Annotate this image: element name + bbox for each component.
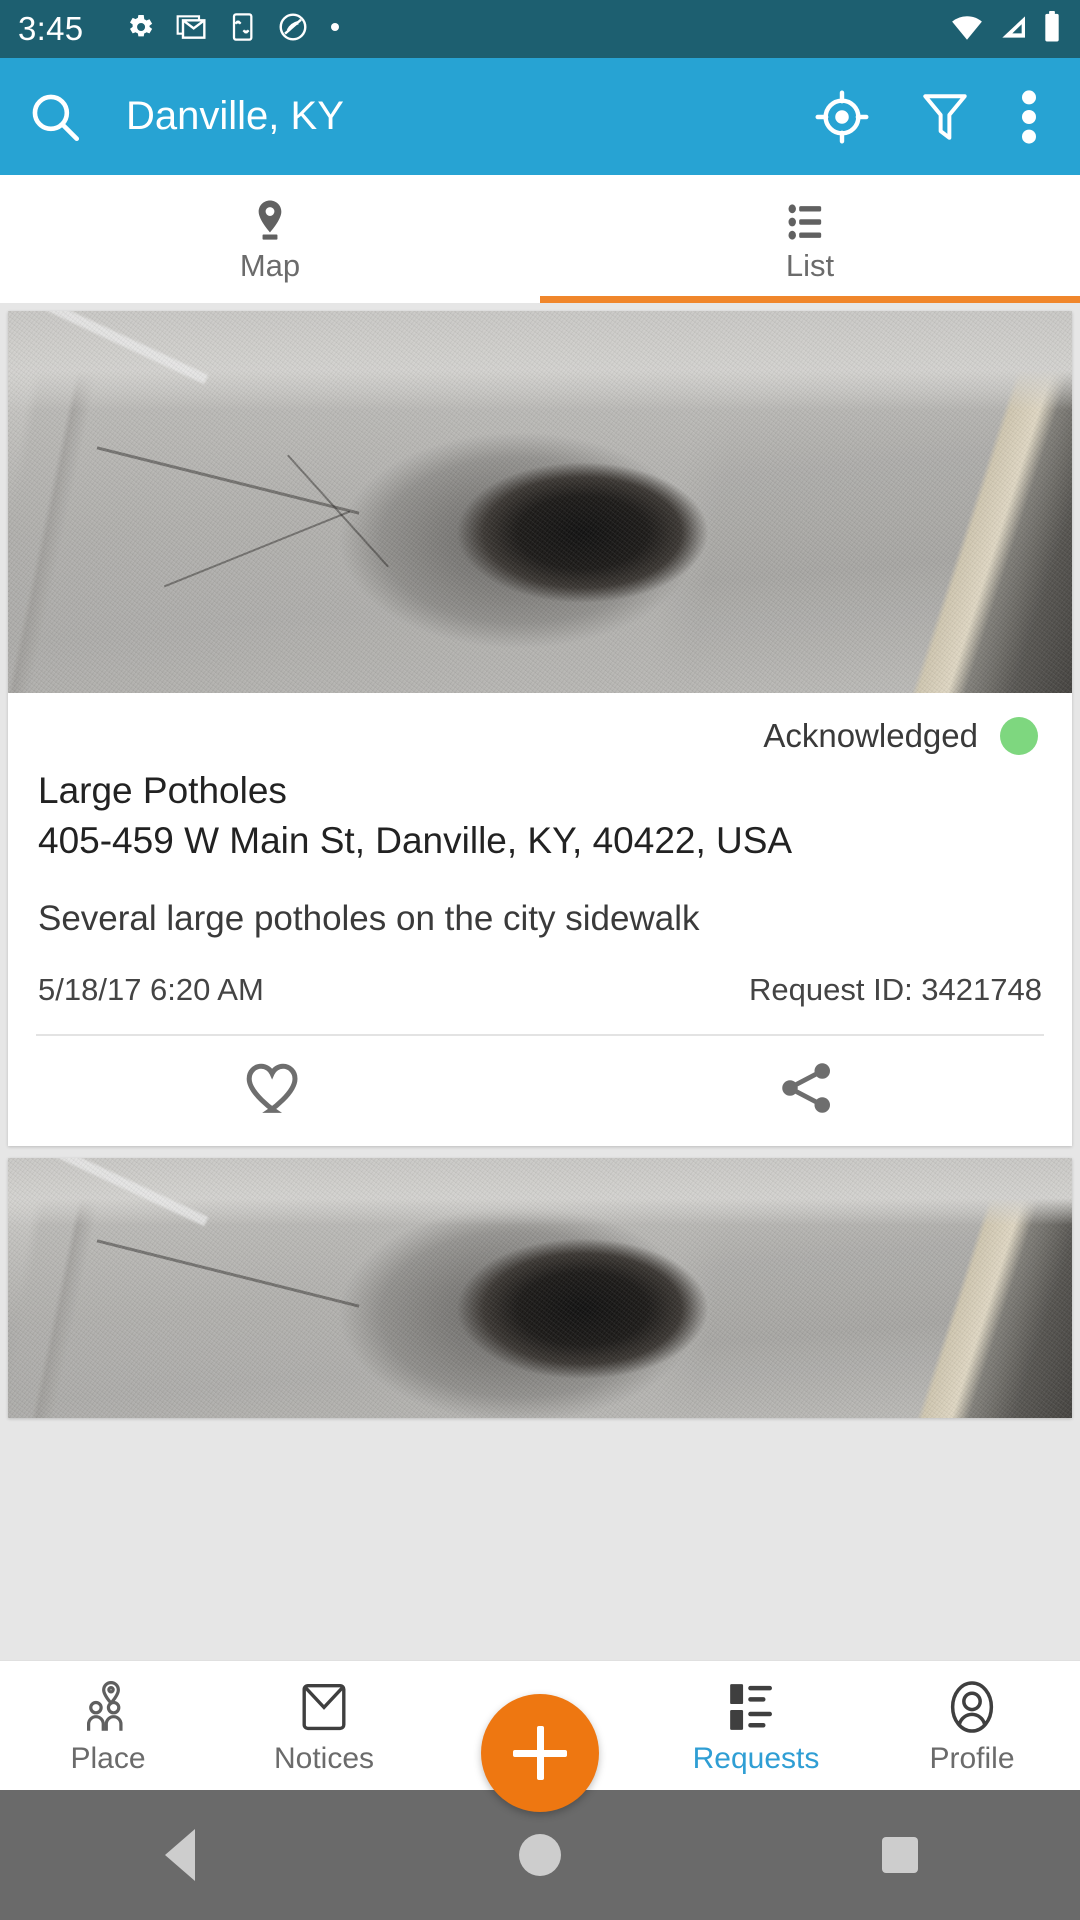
android-back-button[interactable]	[0, 1829, 360, 1881]
request-title: Large Potholes	[38, 770, 287, 811]
request-photo[interactable]	[8, 1157, 1072, 1418]
map-pin-icon	[249, 198, 291, 242]
request-photo[interactable]	[8, 311, 1072, 693]
heart-outline-icon	[243, 1059, 305, 1122]
wifi-icon	[950, 12, 984, 47]
request-card-body: Acknowledged Large Potholes 405-459 W Ma…	[8, 693, 1072, 1008]
tab-bar: Map List	[0, 175, 1080, 303]
android-home-button[interactable]	[360, 1834, 720, 1876]
app-bar: Danville, KY	[0, 58, 1080, 175]
request-address: 405-459 W Main St, Danville, KY, 40422, …	[38, 820, 793, 862]
add-request-fab[interactable]	[481, 1694, 599, 1812]
app-root: 3:45 Danville, KY Map List Acknowledged …	[0, 0, 1080, 1920]
request-meta: 5/18/17 6:20 AM Request ID: 3421748	[38, 972, 1042, 1008]
like-button[interactable]	[8, 1059, 540, 1122]
back-triangle-icon	[165, 1829, 195, 1881]
share-icon	[776, 1058, 836, 1123]
status-bar-clock: 3:45	[18, 10, 84, 47]
status-bar-left: 3:45	[18, 10, 950, 48]
recents-square-icon	[882, 1837, 918, 1873]
battery-icon	[1042, 10, 1062, 48]
request-id: Request ID: 3421748	[749, 971, 1042, 1007]
tab-map[interactable]: Map	[0, 175, 540, 303]
android-recents-button[interactable]	[720, 1837, 1080, 1873]
status-label: Acknowledged	[763, 717, 978, 754]
nav-label-notices: Notices	[273, 1741, 375, 1775]
settings-gear-icon	[124, 11, 156, 48]
app-bar-actions	[814, 89, 1054, 145]
nav-label-profile: Profile	[929, 1741, 1015, 1775]
search-icon[interactable]	[26, 88, 84, 146]
nav-item-notices[interactable]: Notices	[216, 1678, 432, 1774]
status-bar: 3:45	[0, 0, 1080, 58]
place-people-icon	[80, 1678, 136, 1736]
status-badge: Acknowledged	[38, 711, 1042, 769]
tab-map-label: Map	[239, 247, 301, 283]
photo-grain	[8, 1157, 1072, 1418]
request-card[interactable]	[8, 1157, 1072, 1418]
cell-signal-icon	[997, 12, 1029, 47]
requests-list-icon	[728, 1678, 784, 1736]
gmail-icon	[175, 11, 207, 48]
photo-grain	[8, 311, 1072, 693]
tab-list-label: List	[785, 247, 835, 283]
status-bar-right	[950, 10, 1062, 48]
request-date: 5/18/17 6:20 AM	[38, 971, 264, 1007]
card-actions	[8, 1036, 1072, 1146]
share-button[interactable]	[540, 1058, 1072, 1123]
tab-active-indicator	[540, 296, 1080, 303]
my-location-icon[interactable]	[814, 89, 870, 145]
profile-person-icon	[946, 1678, 998, 1736]
dot-icon	[328, 20, 342, 39]
plus-icon	[513, 1726, 567, 1780]
tab-list[interactable]: List	[540, 175, 1080, 303]
page-title: Danville, KY	[126, 94, 344, 138]
nav-label-requests: Requests	[692, 1741, 820, 1775]
sync-transfer-icon	[226, 11, 258, 48]
request-description: Several large potholes on the city sidew…	[38, 898, 700, 938]
overflow-menu-icon[interactable]	[1020, 89, 1038, 145]
status-dot	[1000, 717, 1038, 755]
nav-item-requests[interactable]: Requests	[648, 1678, 864, 1774]
nav-item-place[interactable]: Place	[0, 1678, 216, 1774]
filter-funnel-icon[interactable]	[920, 90, 970, 144]
home-circle-icon	[519, 1834, 561, 1876]
nav-item-profile[interactable]: Profile	[864, 1678, 1080, 1774]
list-icon	[788, 198, 832, 242]
envelope-icon	[299, 1678, 349, 1736]
nav-label-place: Place	[70, 1741, 146, 1775]
request-list[interactable]: Acknowledged Large Potholes 405-459 W Ma…	[0, 303, 1080, 1698]
do-not-disturb-icon	[277, 11, 309, 48]
request-card[interactable]: Acknowledged Large Potholes 405-459 W Ma…	[8, 311, 1072, 1146]
